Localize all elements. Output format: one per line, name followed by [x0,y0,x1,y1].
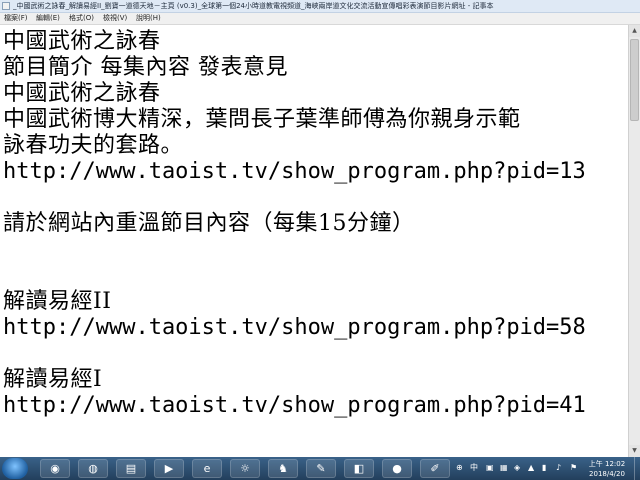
file-explorer-icon[interactable]: ▤ [116,459,146,478]
system-tray: ⊕ 中 ▣ ▦ ◈ ▲ ▮ ♪ ⚑ [452,457,582,480]
text-line: 請於網站內重溫節目內容（每集15分鐘） [3,211,415,236]
tray-app-icon[interactable]: ◈ [514,461,520,475]
url-line: http://www.taoist.tv/show_program.php?pi… [3,315,586,340]
firefox-icon[interactable]: ◍ [78,459,108,478]
clock-time: 上午 12:02 [588,460,626,468]
text-line: 中國武術之詠春 [3,81,161,106]
paint-icon[interactable]: ✐ [420,459,450,478]
app-icon[interactable]: ☼ [230,459,260,478]
taskbar: ◉ ◍ ▤ ▶ e ☼ ♞ ✎ ◧ ● ✐ ⊕ 中 ▣ ▦ ◈ ▲ ▮ ♪ ⚑ … [0,457,640,480]
chrome-icon[interactable]: ◉ [40,459,70,478]
scroll-up-icon[interactable]: ▲ [629,25,640,37]
tray-app-icon[interactable]: ▦ [500,461,508,475]
text-line: 節目簡介 每集內容 發表意見 [3,55,288,80]
tray-app-icon[interactable]: ▲ [528,461,534,475]
text-line: 詠春功夫的套路。 [3,133,184,158]
clock-date: 2018/4/20 [589,470,625,478]
show-desktop-button[interactable] [634,457,640,480]
ime-icon[interactable]: ⊕ [456,461,463,475]
start-button[interactable] [2,458,28,479]
url-line: http://www.taoist.tv/show_program.php?pi… [3,159,586,184]
flag-icon[interactable]: ⚑ [570,461,577,475]
game-icon[interactable]: ♞ [268,459,298,478]
scroll-thumb[interactable] [630,39,639,121]
url-line: http://www.taoist.tv/show_program.php?pi… [3,393,586,418]
scroll-down-icon[interactable]: ▼ [629,445,640,457]
window-title: _中國武術之詠春_解讀易經II_劉寶一道德天地－主頁 (v0.3)_全球第一個2… [13,2,494,10]
menu-view[interactable]: 檢視(V) [103,13,127,24]
title-bar: _中國武術之詠春_解讀易經II_劉寶一道德天地－主頁 (v0.3)_全球第一個2… [0,0,640,13]
menu-file[interactable]: 檔案(F) [4,13,28,24]
network-icon[interactable]: ▮ [542,461,546,475]
antivirus-icon[interactable]: ● [382,459,412,478]
clock[interactable]: 上午 12:02 2018/4/20 [582,457,632,480]
menu-help[interactable]: 說明(H) [136,13,161,24]
text-line: 解讀易經II [3,289,112,314]
text-line: 中國武術博大精深，葉問長子葉準師傅為你親身示範 [3,107,521,132]
menu-edit[interactable]: 編輯(E) [36,13,60,24]
notepad-taskbar-icon[interactable]: ✎ [306,459,336,478]
menu-bar: 檔案(F) 編輯(E) 格式(O) 檢視(V) 說明(H) [0,13,640,25]
app-icon[interactable]: ◧ [344,459,374,478]
text-line: 解讀易經I [3,367,103,392]
menu-format[interactable]: 格式(O) [69,13,94,24]
language-indicator[interactable]: 中 [470,461,478,475]
text-editor[interactable]: 中國武術之詠春 節目簡介 每集內容 發表意見 中國武術之詠春 中國武術博大精深，… [0,25,628,457]
tray-app-icon[interactable]: ▣ [486,461,494,475]
volume-icon[interactable]: ♪ [556,461,561,475]
internet-explorer-icon[interactable]: e [192,459,222,478]
vertical-scrollbar[interactable]: ▲ ▼ [628,25,640,457]
media-player-icon[interactable]: ▶ [154,459,184,478]
notepad-icon [2,2,10,10]
text-line: 中國武術之詠春 [3,29,161,54]
